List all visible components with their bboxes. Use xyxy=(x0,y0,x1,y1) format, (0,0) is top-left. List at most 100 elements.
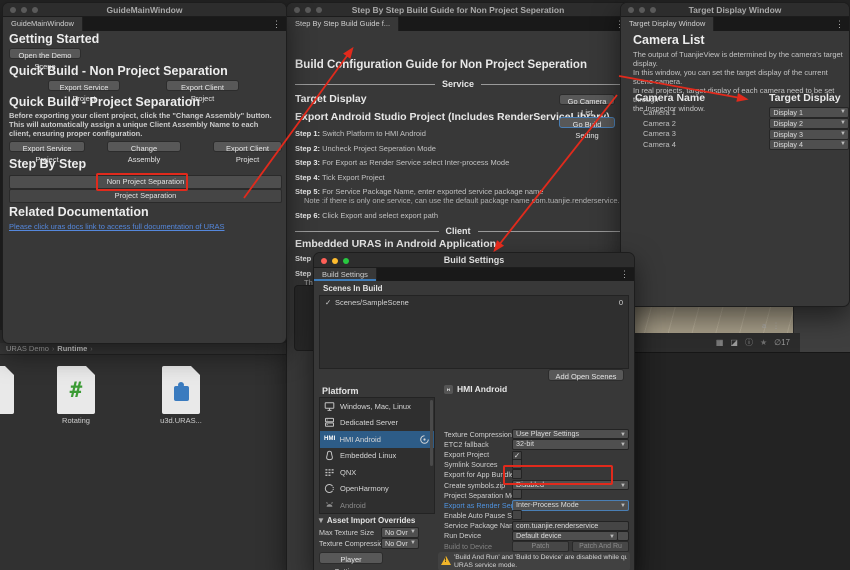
target-display-dropdown[interactable]: Display 3 ▼ xyxy=(769,128,849,140)
platform-item[interactable]: Dedicated Server xyxy=(320,415,434,432)
kebab-menu-icon[interactable]: ⋮ xyxy=(272,17,281,31)
override-dropdown[interactable]: No Ovr ▼ xyxy=(381,527,419,538)
tab-build-guide[interactable]: Step By Step Build Guide f... xyxy=(287,17,400,31)
patch-button[interactable]: Patch And Ru xyxy=(572,540,629,552)
platform-panel-title: HMI Android xyxy=(457,384,508,394)
guide-step: Step 5: For Service Package Name, enter … xyxy=(295,188,620,205)
tab-build-settings[interactable]: Build Settings xyxy=(314,268,377,281)
platform-item[interactable]: Embedded Linux xyxy=(320,448,434,465)
close-button[interactable] xyxy=(10,7,16,13)
change-assembly-button[interactable]: Change Assembly xyxy=(107,141,181,164)
tag-icon[interactable]: ◪ xyxy=(730,338,738,347)
step-label: Step 2: xyxy=(295,143,321,153)
platform-list: Windows, Mac, Linux Dedicated Server HMI HM… xyxy=(319,397,435,514)
eye-count[interactable]: ∅17 xyxy=(774,338,790,347)
checkmark-icon: ✓ xyxy=(325,297,332,307)
setting-checkbox[interactable] xyxy=(512,468,522,479)
setting-dropdown[interactable]: Use Player Settings ▼ xyxy=(512,428,629,440)
uras-docs-link[interactable]: Please click uras docs link to access fu… xyxy=(9,222,225,231)
window-controls[interactable] xyxy=(321,257,349,264)
zoom-button[interactable] xyxy=(316,7,322,13)
close-button[interactable] xyxy=(294,7,300,13)
step-label: Step 5: xyxy=(295,187,321,196)
camera-name: Camera 3 xyxy=(643,129,676,139)
setting-dropdown[interactable]: Default device ▼ xyxy=(512,530,618,542)
close-button[interactable] xyxy=(321,257,327,264)
settings-row: Build to Device Patch Patch And Ru xyxy=(444,540,629,552)
project-separation-button[interactable]: Project Separation xyxy=(9,189,282,203)
window-controls[interactable] xyxy=(294,7,322,13)
close-button[interactable] xyxy=(628,7,634,13)
platform-item[interactable]: Windows, Mac, Linux xyxy=(320,398,434,415)
setting-textfield[interactable]: com.tuanjie.renderservice xyxy=(512,520,629,532)
window-titlebar[interactable]: GuideMainWindow xyxy=(3,3,286,17)
export-client-project-button[interactable]: Export Client Project xyxy=(213,141,282,164)
window-titlebar[interactable]: Step By Step Build Guide for Non Project… xyxy=(287,3,629,17)
asset-tile[interactable]: u3d.URAS... xyxy=(152,366,210,425)
chevron-down-icon: ▼ xyxy=(840,108,846,115)
minimize-button[interactable] xyxy=(332,257,338,264)
export-service-project-button[interactable]: Export Service Project xyxy=(9,141,85,164)
scene-list-item[interactable]: ✓ Scenes/SampleScene 0 xyxy=(320,296,628,308)
minimize-button[interactable] xyxy=(21,7,27,13)
setting-label: Project Separation Mode xyxy=(444,490,512,500)
kebab-menu-icon[interactable]: ⋮ xyxy=(835,17,844,31)
minimize-button[interactable] xyxy=(639,7,645,13)
target-display-dropdown[interactable]: Display 1 ▼ xyxy=(769,106,849,118)
dropdown-value: Display 4 xyxy=(773,140,803,150)
target-display-heading: Target Display xyxy=(295,93,367,105)
platform-item[interactable]: HMI HMI Android xyxy=(320,431,434,448)
build-settings-window: Build Settings Build Settings ⋮ Scenes I… xyxy=(313,252,635,570)
player-settings-button[interactable]: Player Settings... xyxy=(319,552,383,570)
open-demo-scene-button[interactable]: Open the Demo Scene xyxy=(9,48,81,71)
kebab-menu-icon[interactable]: ⋮ xyxy=(620,268,629,281)
export-service-project-button[interactable]: Export Service Project xyxy=(48,80,120,103)
guide-main-window: GuideMainWindow GuideMainWindow ⋮ Gettin… xyxy=(2,2,287,344)
window-titlebar[interactable]: Build Settings xyxy=(314,253,634,268)
foldout-arrow-icon[interactable]: ▼ xyxy=(317,516,327,525)
breadcrumb-current[interactable]: Runtime xyxy=(57,344,87,353)
add-open-scenes-button[interactable]: Add Open Scenes xyxy=(548,369,624,381)
platform-item[interactable]: OpenHarmony xyxy=(320,481,434,498)
warning-icon xyxy=(441,556,451,565)
zoom-button[interactable] xyxy=(343,257,349,264)
window-controls[interactable] xyxy=(628,7,656,13)
breadcrumb[interactable]: URAS Demo › Runtime › xyxy=(0,343,287,355)
target-display-dropdown[interactable]: Display 2 ▼ xyxy=(769,117,849,129)
zoom-button[interactable] xyxy=(650,7,656,13)
minimize-button[interactable] xyxy=(305,7,311,13)
zoom-button[interactable] xyxy=(32,7,38,13)
info-icon[interactable]: ⓘ xyxy=(745,337,753,348)
platform-scrollbar[interactable] xyxy=(430,400,433,466)
window-titlebar[interactable]: Target Display Window xyxy=(621,3,849,17)
tab-target-display[interactable]: Target Display Window xyxy=(621,17,715,31)
grid-icon[interactable]: ▦ xyxy=(716,338,724,347)
override-dropdown[interactable]: No Ovr ▼ xyxy=(381,538,419,549)
build-settings-content: Scenes In Build ✓ Scenes/SampleScene 0 Add… xyxy=(314,281,634,570)
step-text: For Export as Render Service select Inte… xyxy=(320,158,510,167)
platform-item[interactable]: QNX xyxy=(320,464,434,481)
platform-label: OpenHarmony xyxy=(340,484,389,494)
go-build-setting-button[interactable]: Go Build Setting xyxy=(559,117,615,140)
asset-tile-partial[interactable] xyxy=(0,366,24,414)
non-project-separation-button[interactable]: Non Project Separation xyxy=(9,175,282,189)
window-title: Build Settings xyxy=(443,255,505,265)
build-device-buttons: Patch Patch And Ru xyxy=(512,540,629,552)
breadcrumb-root[interactable]: URAS Demo xyxy=(6,344,49,353)
setting-checkbox[interactable] xyxy=(512,509,522,520)
target-display-dropdown[interactable]: Display 4 ▼ xyxy=(769,139,849,151)
setting-checkbox[interactable] xyxy=(512,489,522,500)
override-label: Max Texture Size xyxy=(319,528,374,537)
device-refresh-button[interactable] xyxy=(617,530,629,542)
patch-button[interactable]: Patch xyxy=(512,540,569,552)
tab-guide-main[interactable]: GuideMainWindow xyxy=(3,17,83,31)
go-camera-list-button[interactable]: Go Camera List xyxy=(559,94,615,117)
qnx-icon xyxy=(324,467,336,478)
export-client-project-button[interactable]: Export Client Project xyxy=(166,80,239,103)
window-controls[interactable] xyxy=(10,7,38,13)
platform-item[interactable]: Android xyxy=(320,497,434,513)
star-icon[interactable]: ★ xyxy=(760,338,767,347)
openharmony-icon xyxy=(324,483,336,494)
quick-build-sep-heading: Quick Build - Project Separation xyxy=(9,95,201,109)
asset-tile[interactable]: # Rotating xyxy=(47,366,105,425)
